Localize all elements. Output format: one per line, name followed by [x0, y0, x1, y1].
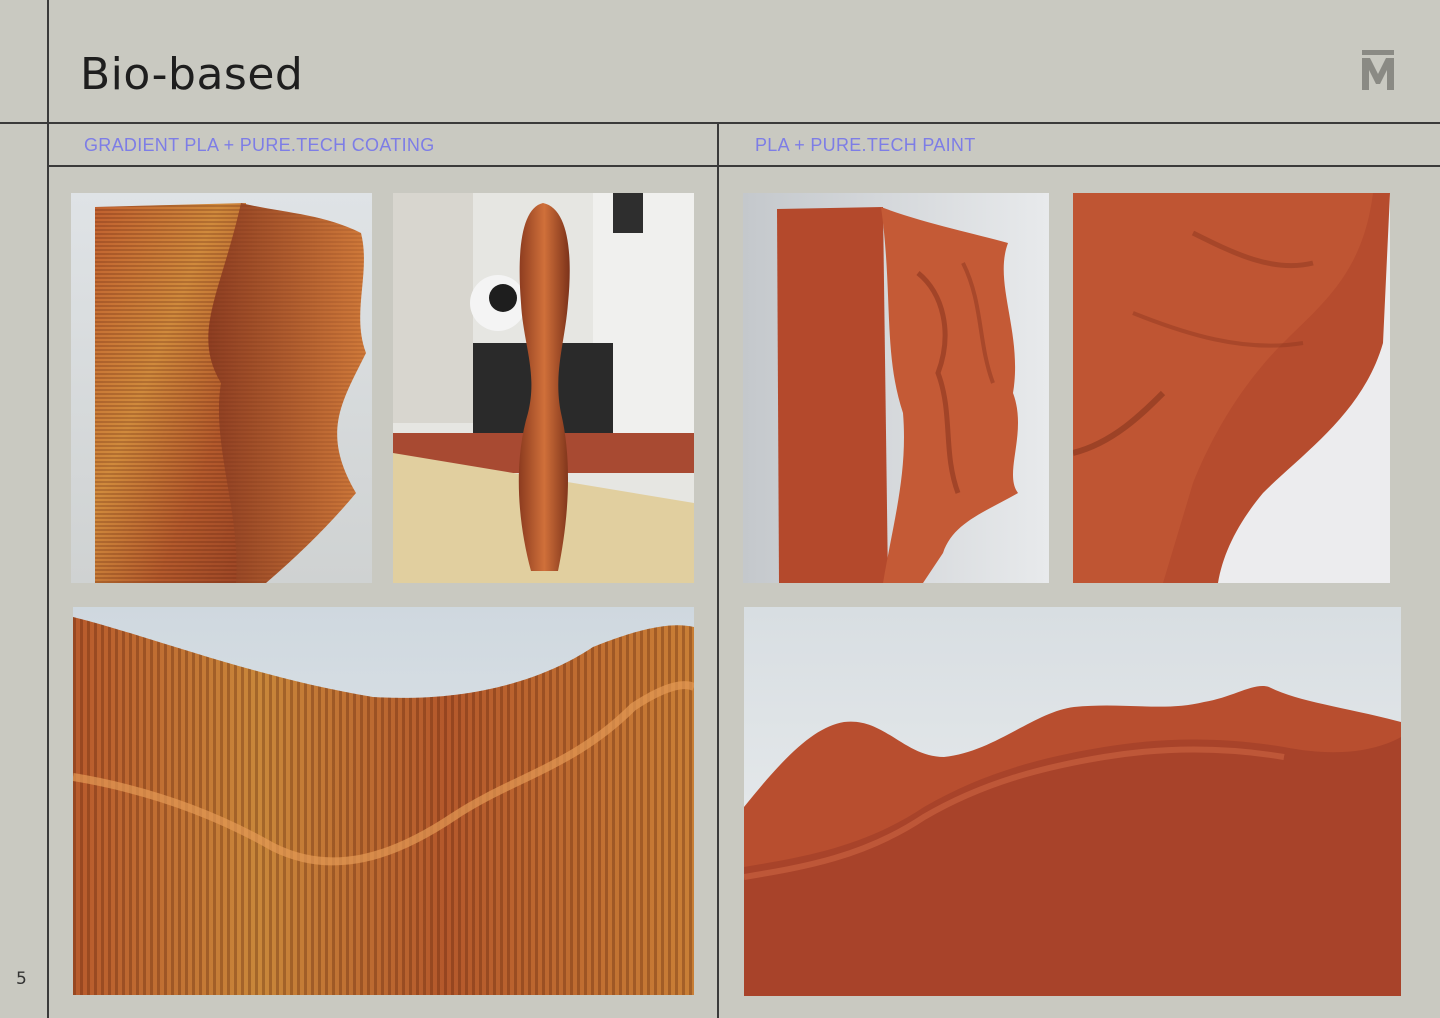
section-label-gradient-pla: GRADIENT PLA + PURE.TECH COATING [84, 135, 435, 155]
photo-terracotta-ridges [744, 607, 1401, 996]
page-number: 5 [16, 969, 27, 989]
horizontal-rule-top [0, 122, 1440, 124]
horizontal-rule-header [48, 165, 1440, 167]
section-label-pla-paint: PLA + PURE.TECH PAINT [755, 135, 976, 155]
photo-terracotta-closeup [1073, 193, 1390, 583]
vertical-rule-left [47, 0, 49, 1018]
page-title: Bio-based [80, 49, 304, 100]
photo-gradient-block [71, 193, 372, 583]
brand-m-logo-icon [1362, 50, 1394, 90]
brand-logo [1360, 48, 1396, 92]
photo-terracotta-block [743, 193, 1049, 583]
photo-vase-workshop [393, 193, 694, 583]
photo-gradient-ridges [73, 607, 694, 995]
vertical-rule-middle [717, 123, 719, 1018]
